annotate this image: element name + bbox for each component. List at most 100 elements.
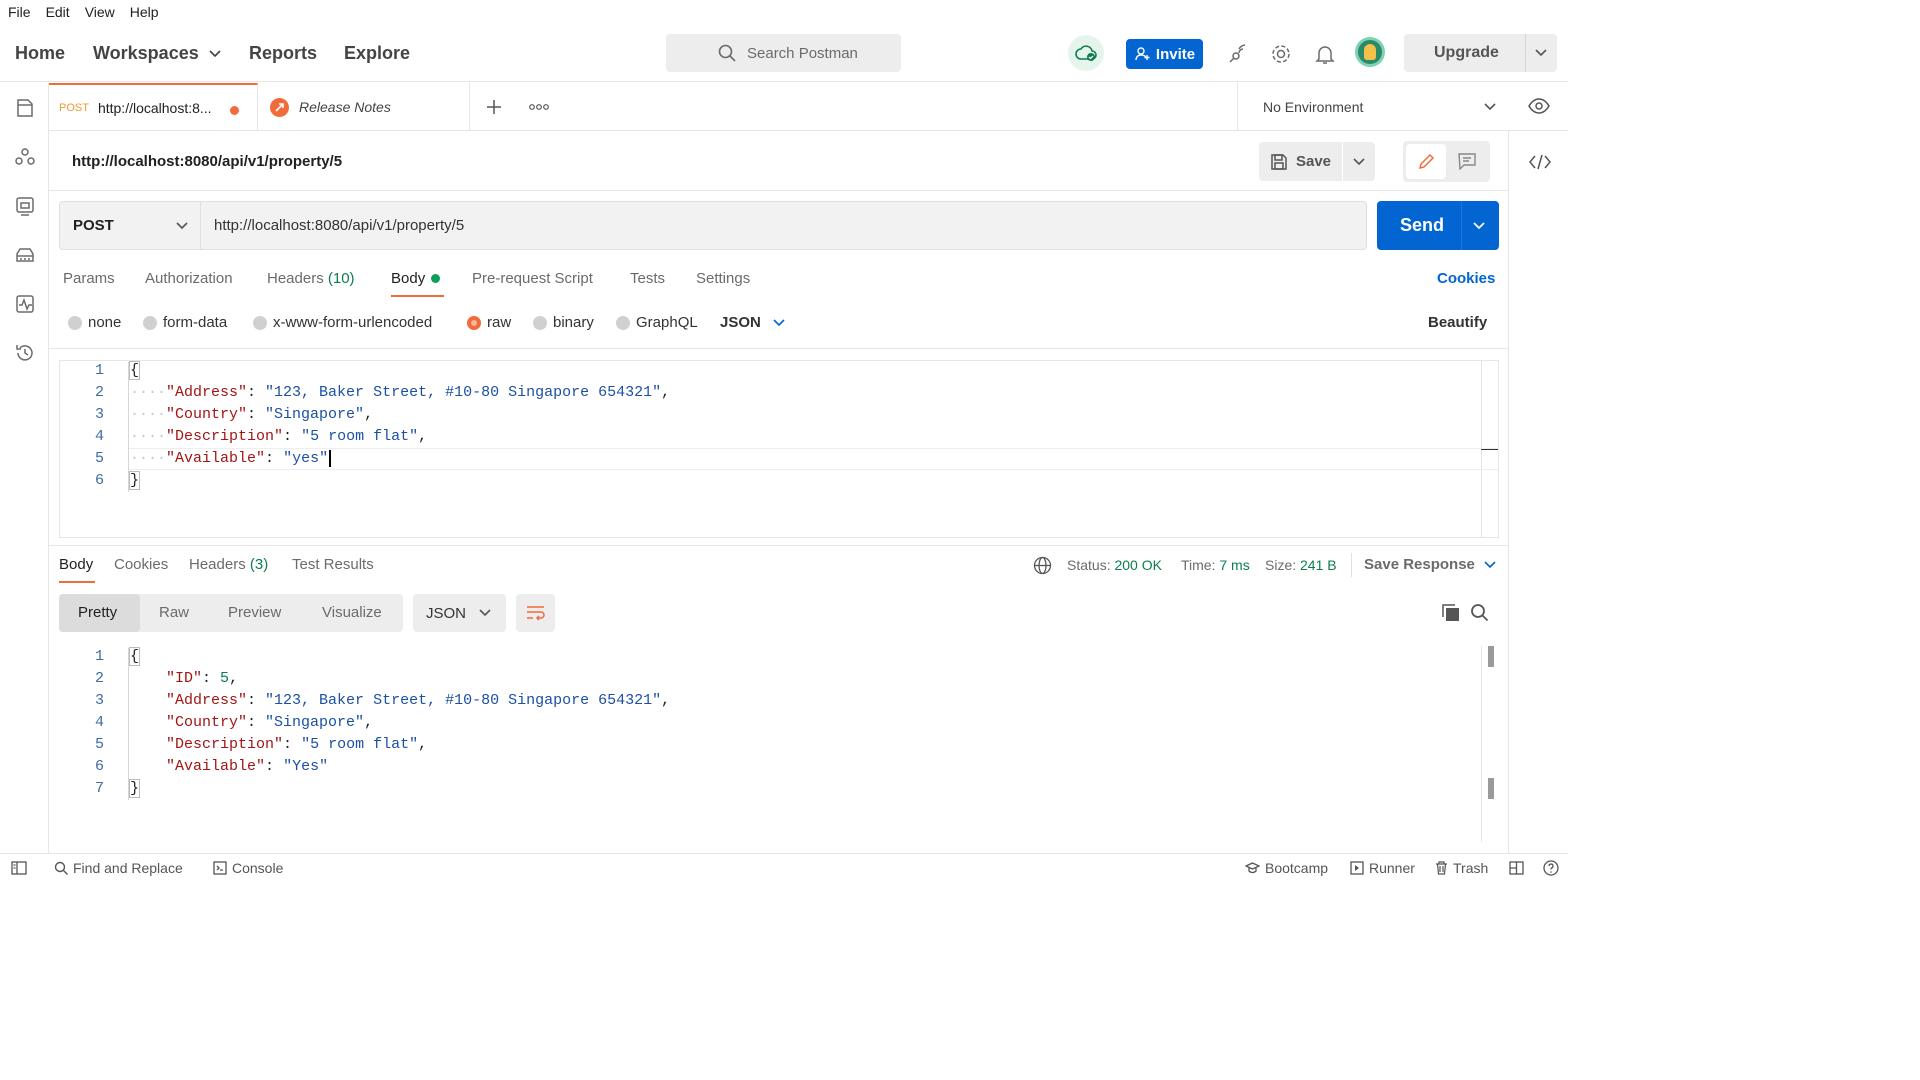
- tab-release-notes[interactable]: Release Notes: [258, 83, 470, 131]
- comment-icon[interactable]: [1458, 153, 1476, 170]
- save-options-button[interactable]: [1343, 142, 1375, 181]
- apis-icon[interactable]: [14, 146, 36, 168]
- json-key: "Address": [166, 384, 248, 401]
- save-label: Save: [1295, 153, 1332, 170]
- mock-servers-icon[interactable]: [14, 244, 36, 266]
- radio-graphql[interactable]: GraphQL: [616, 314, 698, 331]
- view-mode-visualize[interactable]: Visualize: [322, 604, 382, 621]
- more-tabs-icon[interactable]: [529, 103, 549, 111]
- trash-button[interactable]: Trash: [1435, 860, 1488, 876]
- eye-icon[interactable]: [1528, 98, 1550, 114]
- brace: }: [128, 471, 141, 490]
- response-format-select[interactable]: JSON: [413, 594, 506, 632]
- radio-dot: [143, 315, 157, 330]
- scrollbar-thumb[interactable]: [1488, 778, 1494, 799]
- gear-icon[interactable]: [1270, 43, 1292, 65]
- monitors-icon[interactable]: [14, 293, 36, 315]
- edit-mode-button[interactable]: [1406, 144, 1446, 179]
- request-title[interactable]: http://localhost:8080/api/v1/property/5: [72, 153, 342, 170]
- collections-icon[interactable]: [14, 97, 36, 119]
- time-readout[interactable]: Time: 7 ms: [1181, 557, 1250, 573]
- tab-headers-count: (10): [327, 270, 355, 287]
- save-response-label: Save Response: [1364, 556, 1475, 573]
- menu-file[interactable]: File: [8, 4, 31, 20]
- scrollbar-thumb[interactable]: [1488, 646, 1494, 667]
- line-number: 1: [94, 648, 104, 665]
- radio-none[interactable]: none: [68, 314, 121, 331]
- response-tab-test-results[interactable]: Test Results: [292, 556, 374, 573]
- invite-button[interactable]: Invite: [1126, 39, 1203, 69]
- body-indicator-dot: [431, 274, 441, 283]
- search-input[interactable]: Search Postman: [666, 34, 901, 72]
- satellite-icon[interactable]: [1227, 43, 1249, 65]
- view-mode-preview[interactable]: Preview: [228, 604, 281, 621]
- copy-icon[interactable]: [1441, 603, 1460, 622]
- search-icon[interactable]: [1470, 603, 1489, 622]
- nav-reports[interactable]: Reports: [249, 43, 317, 64]
- chevron-down-icon: [176, 222, 188, 230]
- response-tab-cookies[interactable]: Cookies: [114, 556, 168, 573]
- tab-pre-request-script[interactable]: Pre-request Script: [472, 270, 593, 287]
- line-number: 4: [94, 428, 104, 445]
- sync-status-icon[interactable]: [1068, 35, 1104, 71]
- tab-authorization[interactable]: Authorization: [145, 270, 233, 287]
- tab-settings[interactable]: Settings: [696, 270, 750, 287]
- whitespace-marker: ····: [130, 406, 167, 423]
- environments-icon[interactable]: [14, 195, 36, 217]
- bootcamp-button[interactable]: Bootcamp: [1245, 860, 1328, 876]
- radio-label: form-data: [163, 314, 228, 331]
- new-tab-plus-icon[interactable]: [486, 99, 502, 115]
- save-response-button[interactable]: Save Response: [1364, 556, 1496, 573]
- radio-x-www-form-urlencoded[interactable]: x-www-form-urlencoded: [253, 314, 432, 331]
- nav-home[interactable]: Home: [15, 43, 65, 64]
- status-readout[interactable]: Status: 200 OK: [1067, 557, 1162, 573]
- response-tab-headers[interactable]: Headers (3): [189, 556, 268, 573]
- cookies-link[interactable]: Cookies: [1437, 270, 1495, 287]
- beautify-button[interactable]: Beautify: [1428, 314, 1487, 331]
- view-mode-pretty[interactable]: Pretty: [78, 604, 117, 621]
- response-tab-body[interactable]: Body: [59, 556, 93, 573]
- console-button[interactable]: Console: [213, 860, 283, 876]
- runner-button[interactable]: Runner: [1350, 860, 1415, 876]
- wrap-lines-icon: [527, 606, 545, 621]
- chevron-down-icon[interactable]: [1535, 49, 1547, 57]
- tab-params[interactable]: Params: [63, 270, 115, 287]
- save-button[interactable]: Save: [1259, 142, 1342, 181]
- find-replace-button[interactable]: Find and Replace: [54, 860, 183, 876]
- wrap-lines-button[interactable]: [516, 594, 555, 632]
- radio-raw[interactable]: raw: [467, 314, 511, 331]
- avatar[interactable]: [1355, 37, 1385, 67]
- menu-help[interactable]: Help: [130, 4, 159, 20]
- radio-binary[interactable]: binary: [533, 314, 594, 331]
- unsaved-dot-icon[interactable]: [230, 106, 239, 115]
- upgrade-button[interactable]: Upgrade: [1434, 44, 1499, 62]
- radio-form-data[interactable]: form-data: [143, 314, 227, 331]
- body-format-select[interactable]: JSON: [720, 314, 785, 331]
- tab-body[interactable]: Body: [391, 270, 441, 287]
- chevron-down-icon[interactable]: [1473, 222, 1485, 230]
- sidebar-toggle-icon[interactable]: [11, 861, 27, 875]
- help-icon[interactable]: [1543, 860, 1559, 876]
- url-input[interactable]: http://localhost:8080/api/v1/property/5: [201, 201, 1367, 250]
- chevron-down-icon: [209, 49, 221, 57]
- size-readout[interactable]: Size: 241 B: [1265, 557, 1337, 573]
- bell-icon[interactable]: [1314, 43, 1336, 65]
- find-replace-label: Find and Replace: [73, 860, 183, 876]
- layout-icon[interactable]: [1509, 861, 1524, 875]
- tab-request[interactable]: POST http://localhost:8...: [49, 83, 258, 131]
- view-mode-raw[interactable]: Raw: [159, 604, 189, 621]
- environment-select[interactable]: No Environment: [1237, 83, 1507, 131]
- nav-explore[interactable]: Explore: [344, 43, 410, 64]
- history-icon[interactable]: [14, 342, 36, 364]
- tab-body-label: Body: [391, 270, 426, 287]
- tab-tests[interactable]: Tests: [630, 270, 665, 287]
- menu-edit[interactable]: Edit: [46, 4, 70, 20]
- menu-view[interactable]: View: [85, 4, 115, 20]
- line-number: 5: [94, 450, 104, 467]
- send-button[interactable]: Send: [1400, 215, 1444, 236]
- tab-headers[interactable]: Headers (10): [267, 270, 355, 287]
- globe-icon[interactable]: [1033, 556, 1052, 575]
- method-select[interactable]: POST: [59, 201, 201, 250]
- code-icon[interactable]: [1529, 154, 1551, 170]
- nav-workspaces[interactable]: Workspaces: [93, 43, 221, 64]
